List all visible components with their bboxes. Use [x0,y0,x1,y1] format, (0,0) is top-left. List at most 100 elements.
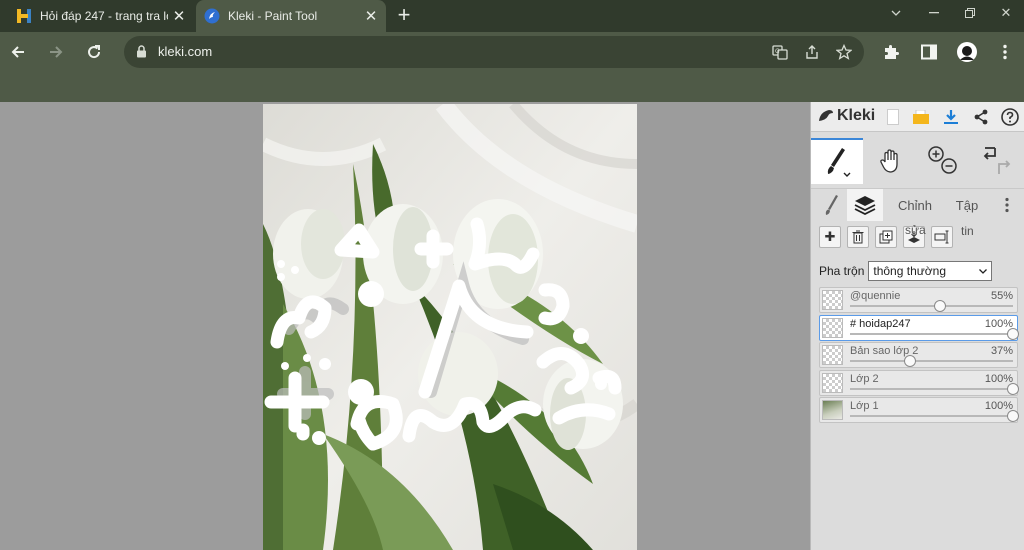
tab-edit[interactable]: Chỉnh [889,189,941,221]
duplicate-layer-button[interactable] [875,226,897,248]
new-tab-button[interactable]: + [392,4,416,28]
opacity-slider-track[interactable] [850,300,1013,312]
layer-thumbnail [822,400,843,420]
browser-toolbar: kleki.com G [0,32,1024,72]
zoom-buttons[interactable] [917,138,969,184]
window-close-icon[interactable]: ✕ [988,0,1024,26]
help-icon[interactable] [1000,107,1020,127]
address-bar[interactable]: kleki.com G [124,36,864,68]
reload-icon[interactable] [80,38,108,66]
panel-tabs: Chỉnh Tập [811,188,1024,221]
plus-icon: ✚ [824,229,836,244]
opacity-slider-handle[interactable] [933,300,946,312]
download-icon[interactable] [941,107,961,127]
hand-icon [880,149,898,173]
panel-header: Kleki [811,102,1024,132]
bookmark-bar [0,72,1024,102]
layer-thumbnail [822,290,843,310]
undo-redo-buttons[interactable] [971,138,1023,184]
layer-row[interactable]: Lớp 1 100% [819,397,1019,423]
tab-search-icon[interactable] [878,0,914,26]
layers-icon [854,196,876,215]
file-tab-overflow-text: tin [961,224,974,238]
browser-tab-kleki[interactable]: Kleki - Paint Tool ✕ [196,0,386,32]
new-document-icon[interactable] [883,107,903,127]
opacity-slider-handle[interactable] [1007,410,1019,422]
svg-text:G: G [775,48,780,55]
drawing-canvas[interactable] [263,104,637,550]
layer-name: # hoidap247 [850,317,911,330]
edit-tab-overflow-text: sửa [905,223,926,237]
layer-name: Lớp 2 [850,372,879,385]
restore-icon[interactable] [952,0,988,26]
app-name: Kleki [837,107,876,124]
opacity-slider-handle[interactable] [1007,382,1019,395]
layer-row[interactable]: # hoidap247 100% [819,314,1019,341]
tab-title: Hỏi đáp 247 - trang tra loi [40,9,168,23]
blend-mode-select[interactable]: thông thường [868,261,993,281]
layer-row[interactable]: @quennie 55% [819,287,1018,313]
translate-icon[interactable]: G [771,43,789,61]
rename-layer-button[interactable] [931,226,953,248]
browser-tab-strip: Hỏi đáp 247 - trang tra loi ✕ Kleki - Pa… [0,0,1024,32]
brush-tool-button[interactable] [811,138,863,184]
tool-selector [811,138,1024,184]
bookmark-star-icon[interactable] [835,43,853,61]
zoom-in-out-icon [928,146,957,174]
opacity-slider-track[interactable] [850,355,1013,367]
brush-icon [825,195,838,215]
share-icon[interactable] [803,43,821,61]
minimize-icon[interactable] [916,0,952,26]
kleki-side-panel: Kleki Chỉnh Tập ✚ sửa tin Pha trộn thông… [810,102,1024,550]
kleki-logo-icon [204,8,220,24]
url-text[interactable]: kleki.com [158,44,212,59]
duplicate-icon [879,230,893,244]
back-arrow-icon[interactable] [4,38,32,66]
more-vert-icon[interactable] [995,42,1015,62]
kleki-logo[interactable]: Kleki [817,107,875,125]
layer-opacity-value: 55% [990,290,1013,302]
profile-avatar[interactable] [957,42,977,62]
close-icon[interactable]: ✕ [168,5,190,27]
blend-mode-row: Pha trộn thông thường [819,260,1019,282]
undo-redo-icon [983,147,1011,174]
lock-icon[interactable] [136,45,147,63]
extensions-puzzle-icon[interactable] [881,42,901,62]
delete-layer-button[interactable] [847,226,869,248]
opacity-slider-track[interactable] [850,327,1019,340]
add-layer-button[interactable]: ✚ [819,226,841,248]
layer-name: Lớp 1 [850,400,879,412]
tab-brush-settings[interactable] [815,189,849,221]
opacity-slider-handle[interactable] [904,355,917,367]
layer-thumbnail [822,317,843,338]
layer-opacity-value: 37% [990,345,1013,357]
kleki-bird-icon [819,110,833,121]
forward-arrow-icon[interactable] [42,38,70,66]
trash-icon [852,230,864,244]
side-panel-icon[interactable] [919,42,939,62]
rename-icon [934,230,949,244]
more-options-icon[interactable] [997,189,1017,221]
layer-name: @quennie [850,290,901,302]
tab-file[interactable]: Tập [943,189,991,221]
layer-action-buttons: ✚ sửa tin [819,223,1019,252]
chevron-down-icon [979,268,988,274]
brush-icon [827,148,851,177]
tab-title: Kleki - Paint Tool [228,9,318,23]
share-icon[interactable] [971,107,991,127]
tab-layers[interactable] [847,189,883,221]
canvas-artwork [263,104,637,550]
close-icon[interactable]: ✕ [360,5,382,27]
open-folder-icon[interactable] [911,107,931,127]
layer-row[interactable]: Lớp 2 100% [819,369,1019,396]
layer-row[interactable]: Bản sao lớp 2 37% [819,342,1018,368]
blend-mode-label: Pha trộn [819,264,865,278]
browser-tab-hoidap[interactable]: Hỏi đáp 247 - trang tra loi ✕ [8,0,194,32]
opacity-slider-track[interactable] [850,410,1019,422]
blend-mode-value: thông thường [873,264,946,278]
hand-tool-button[interactable] [865,138,917,184]
opacity-slider-handle[interactable] [1007,327,1019,340]
opacity-slider-track[interactable] [850,382,1019,395]
hoidap-logo-icon [16,8,32,24]
layer-list: @quennie 55% # hoidap247 100% Bản sao lớp 23… [819,287,1019,425]
